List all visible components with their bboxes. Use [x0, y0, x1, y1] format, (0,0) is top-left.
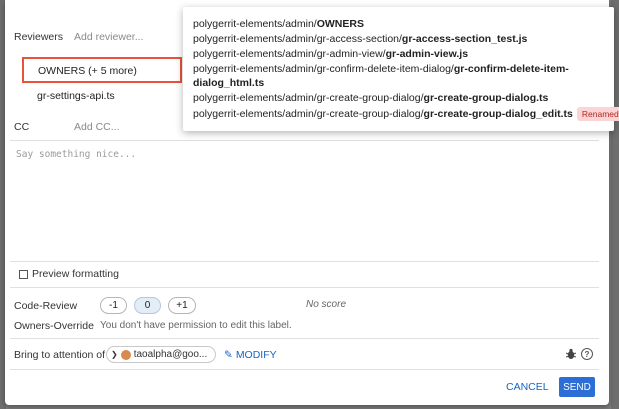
divider — [10, 369, 599, 370]
reviewers-label: Reviewers — [14, 31, 64, 43]
renamed-badge: Renamed — [576, 107, 619, 121]
edge-marker-left — [5, 30, 10, 32]
vote-plus-one-button[interactable]: +1 — [168, 297, 196, 314]
help-icon[interactable]: ? — [581, 348, 593, 360]
send-button[interactable]: SEND — [559, 377, 595, 397]
popup-file-line: polygerrit-elements/admin/gr-admin-view/… — [193, 48, 469, 60]
bug-icon[interactable] — [566, 348, 576, 360]
cancel-button[interactable]: CANCEL — [506, 381, 549, 393]
popup-file-line: polygerrit-elements/admin/gr-access-sect… — [193, 33, 528, 45]
owners-suggestion-label: OWNERS (+ 5 more) — [38, 65, 137, 77]
reviewer-input[interactable]: Add reviewer... — [74, 31, 143, 43]
code-review-label: Code-Review — [14, 300, 78, 312]
code-review-status: No score — [306, 299, 347, 310]
modify-attention-button[interactable]: ✎ MODIFY — [224, 349, 277, 361]
attention-user-name: taoalpha@goo... — [133, 349, 208, 360]
preview-checkbox[interactable] — [19, 269, 28, 279]
avatar — [120, 349, 131, 360]
divider — [10, 287, 599, 288]
owners-suggestion-item[interactable]: OWNERS (+ 5 more) — [22, 57, 182, 83]
owners-files-popup: polygerrit-elements/admin/OWNERS polyger… — [183, 7, 619, 131]
suggestion-file-item[interactable]: gr-settings-api.ts — [37, 90, 115, 102]
pencil-icon: ✎ — [224, 349, 233, 361]
owners-override-message: You don't have permission to edit this l… — [100, 320, 292, 331]
divider — [10, 140, 599, 141]
message-textarea[interactable]: Say something nice... — [16, 149, 136, 160]
attention-label: Bring to attention of — [14, 349, 106, 361]
attention-user-chip[interactable]: ❯ taoalpha@goo... — [106, 346, 216, 363]
cc-label: CC — [14, 121, 30, 133]
divider — [10, 261, 599, 262]
preview-label: Preview formatting — [32, 268, 119, 280]
vote-zero-button[interactable]: 0 — [134, 297, 161, 314]
popup-file-line: polygerrit-elements/admin/gr-create-grou… — [193, 92, 549, 104]
modify-label: MODIFY — [235, 349, 277, 361]
preview-formatting-toggle[interactable]: Preview formatting — [19, 268, 119, 280]
divider — [10, 338, 599, 339]
footer-icons: ? — [566, 348, 593, 360]
popup-file-line: polygerrit-elements/admin/gr-confirm-del… — [193, 63, 569, 75]
popup-file-line: dialog_html.ts — [193, 77, 265, 89]
attention-arrow-icon: ❯ — [111, 350, 118, 359]
popup-file-line: polygerrit-elements/admin/OWNERS — [193, 18, 364, 30]
vote-minus-one-button[interactable]: -1 — [100, 297, 127, 314]
owners-override-label: Owners-Override — [14, 320, 94, 332]
popup-file-line: polygerrit-elements/admin/gr-create-grou… — [193, 107, 619, 121]
cc-input[interactable]: Add CC... — [74, 121, 120, 133]
